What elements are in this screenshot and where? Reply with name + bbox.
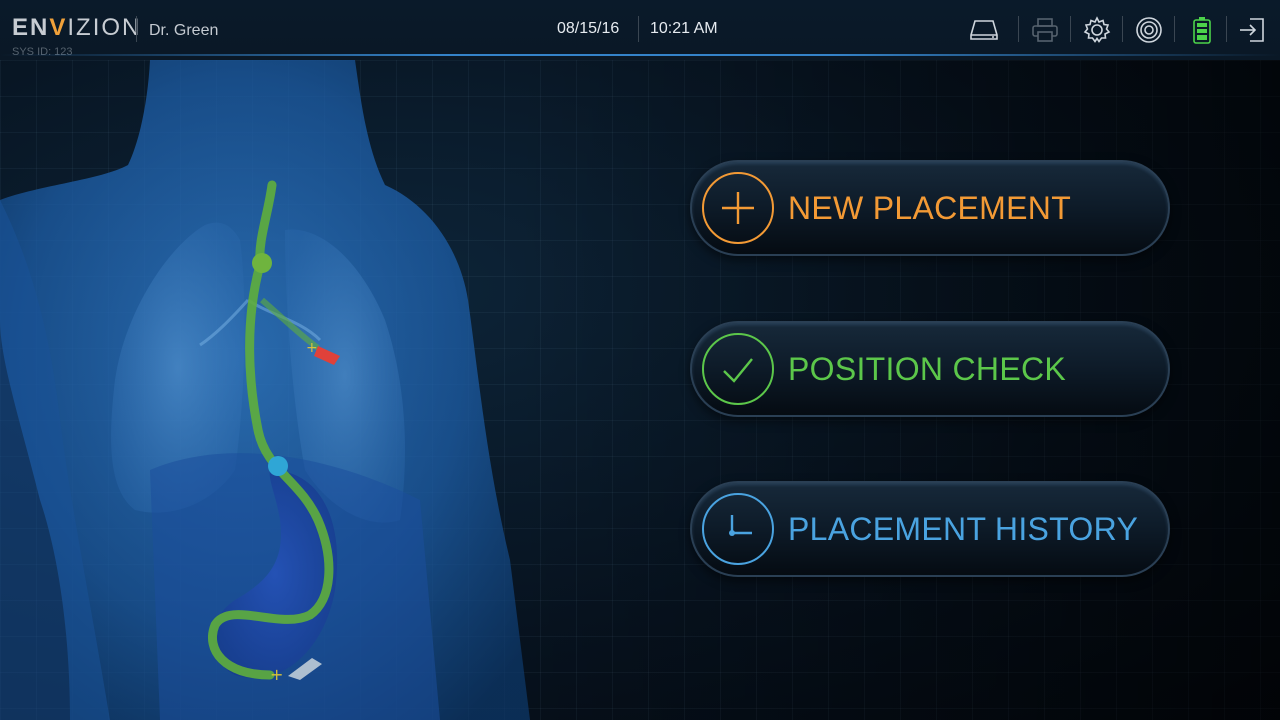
system-id: SYS ID: 123 <box>12 46 73 58</box>
icon-divider <box>1122 16 1123 42</box>
icon-divider <box>1018 16 1019 42</box>
icon-divider <box>1226 16 1227 42</box>
date-time-divider <box>638 16 639 42</box>
logout-icon[interactable] <box>1236 14 1268 46</box>
new-placement-label: NEW PLACEMENT <box>788 190 1072 226</box>
icon-divider <box>1070 16 1071 42</box>
user-name: Dr. Green <box>149 22 219 39</box>
top-bar: ENVIZION SYS ID: 123 Dr. Green 08/15/16 … <box>0 0 1280 60</box>
battery-icon <box>1186 14 1218 46</box>
plus-marker-stomach: + <box>270 665 283 684</box>
printer-icon[interactable] <box>1029 14 1061 46</box>
plus-marker-lung: + <box>306 340 318 356</box>
date-display: 08/15/16 <box>557 20 620 37</box>
logo-divider <box>136 16 137 42</box>
position-check-button[interactable]: POSITION CHECK <box>690 321 1170 417</box>
check-icon <box>702 333 774 405</box>
clock-icon <box>702 493 774 565</box>
placement-history-label: PLACEMENT HISTORY <box>788 511 1139 547</box>
header-accent-line <box>0 54 1280 56</box>
position-check-label: POSITION CHECK <box>788 351 1067 387</box>
signal-icon[interactable] <box>1133 14 1165 46</box>
entry-marker <box>252 253 272 273</box>
app-logo: ENVIZION <box>12 14 142 41</box>
icon-divider <box>1174 16 1175 42</box>
drive-icon[interactable] <box>968 14 1000 46</box>
plus-icon <box>702 172 774 244</box>
time-display: 10:21 AM <box>650 20 718 37</box>
gear-icon[interactable] <box>1081 14 1113 46</box>
blue-marker <box>268 456 288 476</box>
new-placement-button[interactable]: NEW PLACEMENT <box>690 160 1170 256</box>
placement-history-button[interactable]: PLACEMENT HISTORY <box>690 481 1170 577</box>
